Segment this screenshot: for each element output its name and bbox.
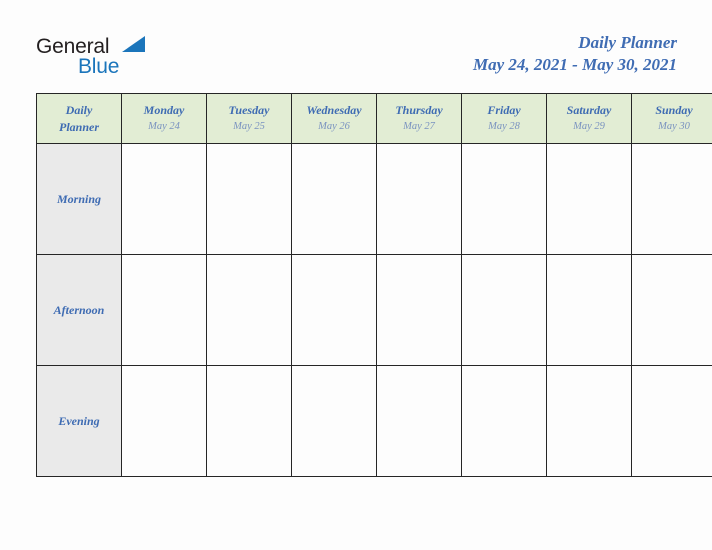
column-header-tuesday: Tuesday May 25 <box>206 93 292 144</box>
row-label-morning: Morning <box>36 143 122 255</box>
title-block: Daily Planner May 24, 2021 - May 30, 202… <box>473 28 677 78</box>
column-header-saturday: Saturday May 29 <box>546 93 632 144</box>
slot-morning-saturday[interactable] <box>546 143 632 255</box>
day-date: May 28 <box>488 121 520 133</box>
day-date: May 24 <box>148 121 180 133</box>
day-name: Wednesday <box>306 102 362 117</box>
slot-morning-sunday[interactable] <box>631 143 712 255</box>
slot-afternoon-saturday[interactable] <box>546 254 632 366</box>
day-name: Saturday <box>566 102 612 117</box>
slot-morning-monday[interactable] <box>121 143 207 255</box>
slot-afternoon-sunday[interactable] <box>631 254 712 366</box>
slot-afternoon-friday[interactable] <box>461 254 547 366</box>
column-header-friday: Friday May 28 <box>461 93 547 144</box>
day-name: Thursday <box>395 102 443 117</box>
slot-afternoon-wednesday[interactable] <box>291 254 377 366</box>
corner-line-1: Daily <box>65 102 93 117</box>
table-row: Morning <box>36 143 712 255</box>
header-row: Daily Planner Monday May 24 Tuesday May … <box>36 93 712 144</box>
day-date: May 25 <box>233 121 265 133</box>
day-name: Sunday <box>655 102 693 117</box>
slot-evening-tuesday[interactable] <box>206 365 292 477</box>
row-label-afternoon: Afternoon <box>36 254 122 366</box>
slot-evening-saturday[interactable] <box>546 365 632 477</box>
page-header: General Blue Daily Planner May 24, 2021 … <box>36 28 677 86</box>
slot-afternoon-monday[interactable] <box>121 254 207 366</box>
slot-evening-monday[interactable] <box>121 365 207 477</box>
day-date: May 30 <box>658 121 690 133</box>
row-label-evening: Evening <box>36 365 122 477</box>
planner-page: General Blue Daily Planner May 24, 2021 … <box>0 0 712 550</box>
planner-table-body: Morning Afternoon Evening <box>36 143 712 477</box>
general-blue-logo: General Blue <box>36 28 186 84</box>
date-range: May 24, 2021 - May 30, 2021 <box>473 55 677 75</box>
logo-secondary-text: Blue <box>78 55 120 78</box>
day-date: May 27 <box>403 121 435 133</box>
column-header-thursday: Thursday May 27 <box>376 93 462 144</box>
table-row: Afternoon <box>36 254 712 366</box>
slot-evening-thursday[interactable] <box>376 365 462 477</box>
day-date: May 26 <box>318 121 350 133</box>
page-title: Daily Planner <box>578 33 677 52</box>
table-row: Evening <box>36 365 712 477</box>
slot-morning-thursday[interactable] <box>376 143 462 255</box>
slot-morning-friday[interactable] <box>461 143 547 255</box>
day-name: Tuesday <box>228 102 270 117</box>
logo-primary-text: General <box>36 35 110 58</box>
planner-table: Daily Planner Monday May 24 Tuesday May … <box>36 93 712 477</box>
column-header-sunday: Sunday May 30 <box>631 93 712 144</box>
corner-line-2: Planner <box>58 119 99 134</box>
slot-morning-wednesday[interactable] <box>291 143 377 255</box>
slot-evening-wednesday[interactable] <box>291 365 377 477</box>
triangle-icon <box>122 36 145 52</box>
slot-afternoon-tuesday[interactable] <box>206 254 292 366</box>
planner-table-head: Daily Planner Monday May 24 Tuesday May … <box>36 93 712 144</box>
slot-evening-friday[interactable] <box>461 365 547 477</box>
day-name: Friday <box>487 102 521 117</box>
day-date: May 29 <box>573 121 605 133</box>
table-corner-cell: Daily Planner <box>36 93 122 144</box>
column-header-wednesday: Wednesday May 26 <box>291 93 377 144</box>
column-header-monday: Monday May 24 <box>121 93 207 144</box>
day-name: Monday <box>143 102 185 117</box>
slot-afternoon-thursday[interactable] <box>376 254 462 366</box>
slot-evening-sunday[interactable] <box>631 365 712 477</box>
slot-morning-tuesday[interactable] <box>206 143 292 255</box>
